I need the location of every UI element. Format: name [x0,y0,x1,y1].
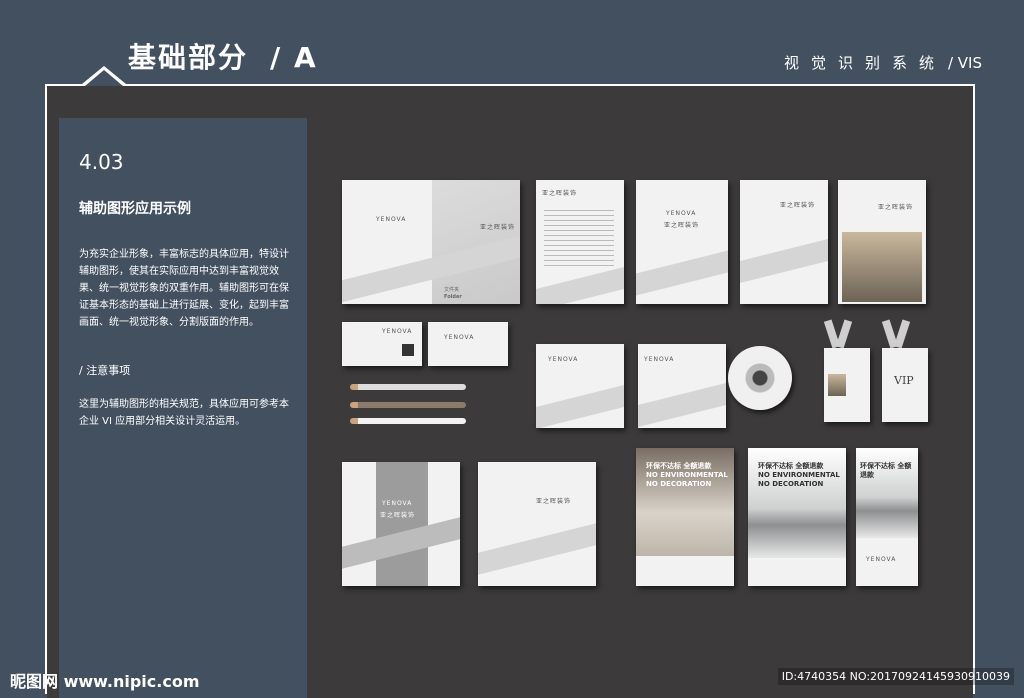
poster-landscape: 环保不达标 全额退款 NO ENVIRONMENTAL NO DECORATIO… [748,448,846,586]
folder-logo: YENOVA [376,216,407,223]
description-paragraph: 为充实企业形象，丰富标志的具体应用，特设计辅助图形，使其在实际应用中达到丰富视觉… [79,249,289,328]
subtitle-text: 视觉识别系统 [783,54,946,72]
business-card-back: YENOVA [428,322,508,366]
poster2-slogan: 环保不达标 全额退款 NO ENVIRONMENTAL NO DECORATIO… [758,462,840,488]
brochure-mockup: 亚之晖装饰 [838,180,926,304]
shopping-bag-white: 亚之晖装饰 [478,462,596,586]
bag-logo-cn: 亚之晖装饰 [380,512,416,519]
watermark: 昵图网 www.nipic.com [10,672,200,691]
letterhead-logo: 亚之晖装饰 [542,190,578,197]
vip-label: VIP [894,374,914,387]
cd-disc [728,346,792,410]
pencil [350,384,466,390]
cd-case-logo: YENOVA [644,356,675,363]
card-logo: YENOVA [382,328,413,335]
envelope-logo: YENOVA [666,210,697,217]
page-title-text: 基础部分 [128,41,249,74]
cd-sleeve-logo: YENOVA [548,356,579,363]
card-back-logo: YENOVA [444,334,475,341]
notepad-logo: 亚之晖装饰 [780,202,816,209]
poster1-slogan: 环保不达标 全额退款 NO ENVIRONMENTAL NO DECORATIO… [646,462,728,488]
letterhead-mockup: 亚之晖装饰 [536,180,624,304]
mockup-showcase: YENOVA 亚之晖装饰 文件夹 Folder 亚之晖装饰 YENOVA 亚之晖… [330,170,960,600]
image-id: ID:4740354 NO:20170924145930910039 [777,668,1014,685]
page-code: / A [270,41,318,74]
section-title: 辅助图形应用示例 [79,201,191,217]
pencil [350,418,466,424]
section-number: 4.03 [79,150,124,174]
poster3-slogan: 环保不达标 全额退款 [860,462,912,479]
page-subtitle: 视觉识别系统 / VIS [784,52,982,73]
cd-case: YENOVA [638,344,726,428]
vip-badge: VIP [882,348,928,422]
folder-label-cn: 文件夹 [444,287,460,293]
shopping-bag-grey: YENOVA 亚之晖装饰 [342,462,460,586]
folder-label-en: Folder [444,294,462,300]
id-badge [824,348,870,422]
envelope-logo-cn: 亚之晖装饰 [664,222,700,229]
subtitle-tag: / VIS [947,54,982,72]
page-title: 基础部分 / A [128,36,318,76]
poster-banner: 环保不达标 全额退款 YENOVA [856,448,918,586]
business-card-front: YENOVA [342,322,422,366]
notes-title: / 注意事项 [79,364,131,377]
banner-logo: YENOVA [866,556,897,563]
folder-mockup: YENOVA 亚之晖装饰 文件夹 Folder [342,180,520,304]
cd-sleeve: YENOVA [536,344,624,428]
notepad-mockup: 亚之晖装饰 [740,180,828,304]
folder-logo-cn: 亚之晖装饰 [480,224,516,231]
sidebar: 4.03 辅助图形应用示例 为充实企业形象，丰富标志的具体应用，特设计辅助图形，… [59,118,307,698]
brochure-logo: 亚之晖装饰 [878,204,914,211]
bag2-logo: 亚之晖装饰 [536,498,572,505]
envelope-mockup: YENOVA 亚之晖装饰 [636,180,728,304]
pencil [350,402,466,408]
bag-logo: YENOVA [382,500,413,507]
business-photo [842,232,922,302]
vi-page: 基础部分 / A 视觉识别系统 / VIS 4.03 辅助图形应用示例 为充实企业形… [0,0,1024,698]
poster-corridor: 环保不达标 全额退款 NO ENVIRONMENTAL NO DECORATIO… [636,448,734,586]
notes-paragraph: 这里为辅助图形的相关规范，具体应用可参考本企业 VI 应用部分相关设计灵活运用。 [79,399,289,427]
